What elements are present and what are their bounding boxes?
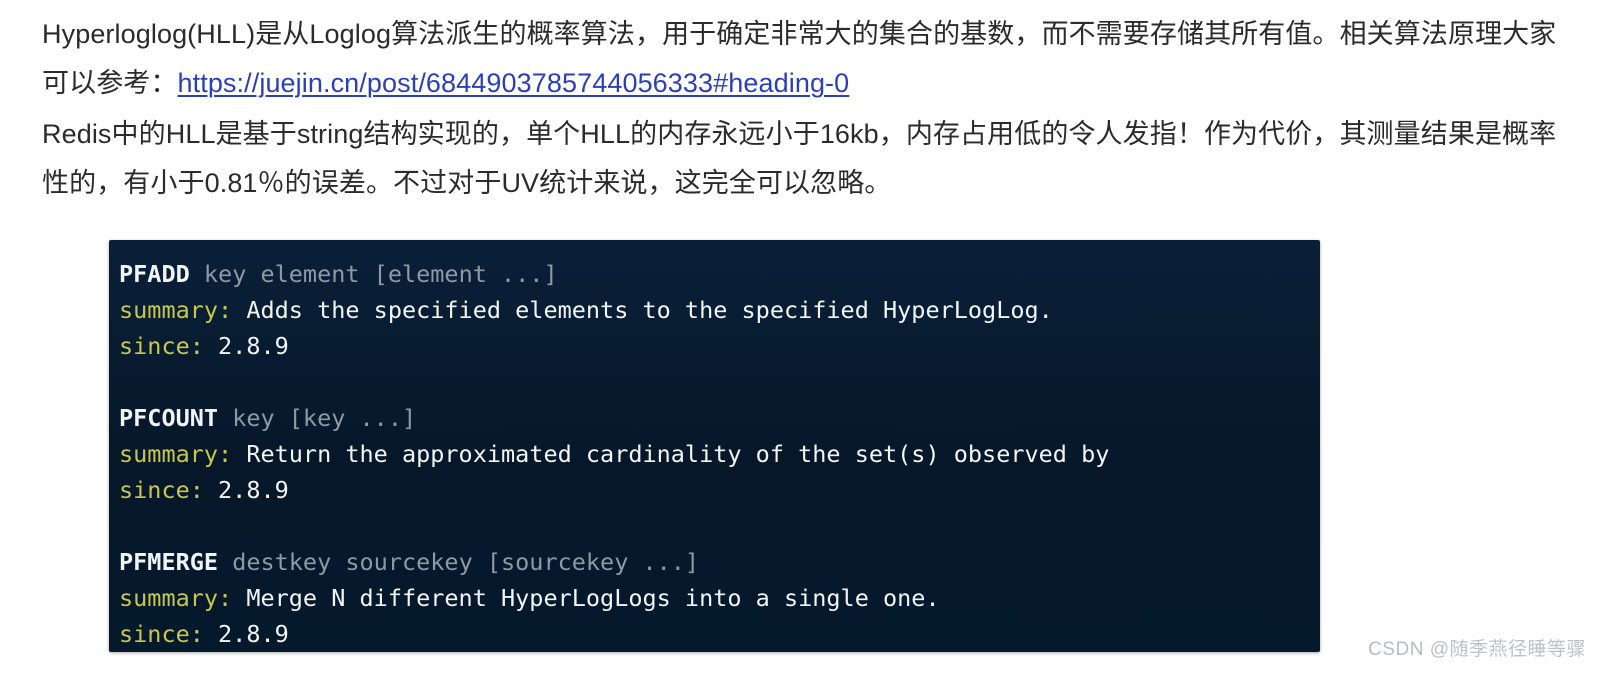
command-name: PFCOUNT bbox=[119, 404, 219, 432]
since-version: 2.8.9 bbox=[203, 620, 289, 648]
code-line-since: since: 2.8.9 bbox=[119, 616, 1320, 652]
since-label: since: bbox=[119, 332, 204, 360]
code-line-command: PFCOUNT key [key ...] bbox=[119, 400, 1320, 436]
command-arguments: destkey sourcekey [sourcekey ...] bbox=[218, 548, 700, 576]
juejin-reference-link[interactable]: https://juejin.cn/post/68449037857440563… bbox=[178, 68, 850, 98]
code-line-summary: summary: Adds the specified elements to … bbox=[119, 292, 1320, 328]
code-line-since: since: 2.8.9 bbox=[119, 328, 1320, 364]
since-label: since: bbox=[119, 620, 204, 648]
command-name: PFADD bbox=[119, 260, 190, 288]
since-version: 2.8.9 bbox=[203, 476, 289, 504]
redis-command-help-code-block: PFADD key element [element ...] summary:… bbox=[109, 240, 1320, 652]
summary-text: Return the approximated cardinality of t… bbox=[232, 440, 1110, 468]
article-page: Hyperloglog(HLL)是从Loglog算法派生的概率算法，用于确定非常… bbox=[0, 0, 1612, 675]
watermark-username: 随季燕径睡等骤 bbox=[1449, 639, 1586, 660]
code-line-command: PFADD key element [element ...] bbox=[119, 256, 1320, 292]
summary-label: summary: bbox=[119, 296, 233, 324]
command-arguments: key [key ...] bbox=[218, 404, 417, 432]
csdn-watermark: CSDN @随季燕径睡等骤 bbox=[1368, 634, 1586, 661]
code-line-command: PFMERGE destkey sourcekey [sourcekey ...… bbox=[119, 544, 1320, 580]
watermark-prefix: CSDN @ bbox=[1368, 639, 1450, 660]
command-name: PFMERGE bbox=[119, 548, 219, 576]
since-label: since: bbox=[119, 476, 204, 504]
article-body: Hyperloglog(HLL)是从Loglog算法派生的概率算法，用于确定非常… bbox=[0, 0, 1612, 208]
code-line-summary: summary: Merge N different HyperLogLogs … bbox=[119, 580, 1320, 616]
summary-text: Adds the specified elements to the speci… bbox=[232, 296, 1053, 324]
since-version: 2.8.9 bbox=[203, 332, 289, 360]
summary-text: Merge N different HyperLogLogs into a si… bbox=[232, 584, 940, 612]
code-line-summary: summary: Return the approximated cardina… bbox=[119, 436, 1320, 472]
summary-label: summary: bbox=[119, 440, 233, 468]
summary-label: summary: bbox=[119, 584, 233, 612]
paragraph-intro: Hyperloglog(HLL)是从Loglog算法派生的概率算法，用于确定非常… bbox=[42, 10, 1564, 108]
code-block-wrapper: PFADD key element [element ...] summary:… bbox=[109, 240, 1320, 652]
paragraph-redis-hll: Redis中的HLL是基于string结构实现的，单个HLL的内存永远小于16k… bbox=[42, 119, 1557, 198]
code-line-since: since: 2.8.9 bbox=[119, 472, 1320, 508]
command-arguments: key element [element ...] bbox=[189, 260, 558, 288]
